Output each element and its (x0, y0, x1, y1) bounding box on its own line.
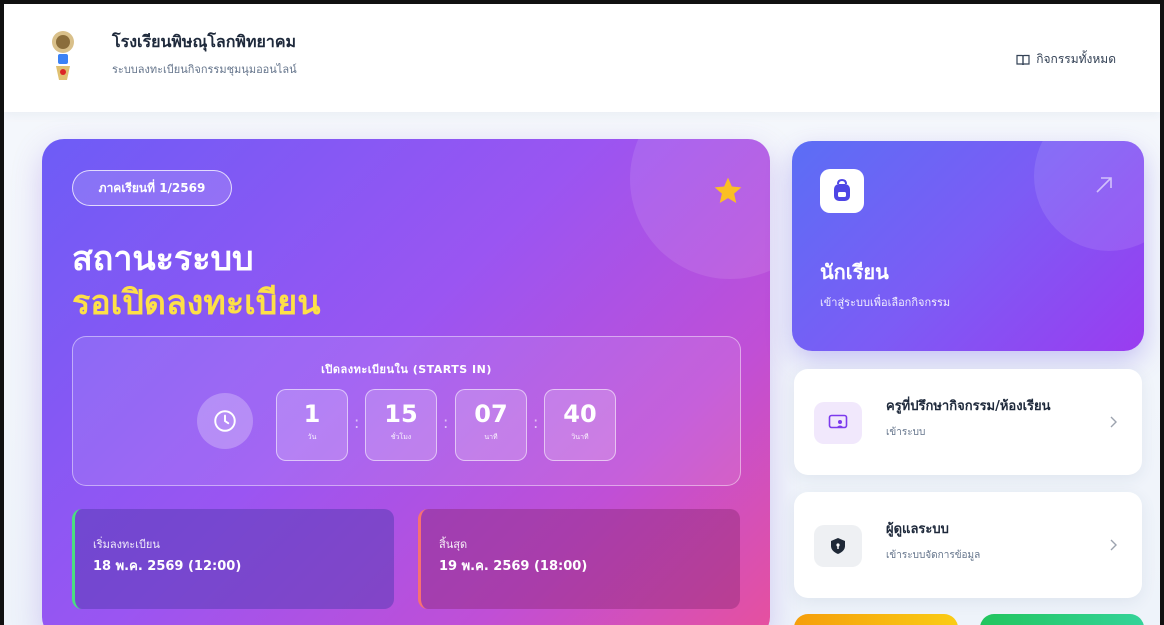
chevron-right-icon (1110, 416, 1117, 428)
countdown-hours: 15 ชั่วโมง (365, 389, 437, 461)
admin-subtitle: เข้าระบบจัดการข้อมูล (886, 550, 981, 561)
minutes-value: 07 (474, 400, 508, 428)
student-subtitle: เข้าสู่ระบบเพื่อเลือกกิจกรรม (820, 296, 951, 309)
countdown-panel: เปิดลงทะเบียนใน (STARTS IN) 1 วัน : 15 ช… (72, 336, 741, 486)
separator: : (533, 413, 539, 432)
start-label: เริ่มลงทะเบียน (93, 538, 160, 551)
separator: : (443, 413, 449, 432)
end-label: สิ้นสุด (439, 538, 468, 551)
hours-value: 15 (384, 400, 418, 428)
decorative-circle (630, 139, 770, 279)
days-unit: วัน (307, 433, 317, 441)
star-icon (714, 177, 742, 203)
app-frame: โรงเรียนพิษณุโลกพิทยาคม ระบบลงทะเบียนกิจ… (0, 0, 1164, 625)
clock-icon (197, 393, 253, 449)
days-value: 1 (303, 400, 321, 428)
status-value: รอเปิดลงทะเบียน (72, 283, 321, 323)
countdown-days: 1 วัน (276, 389, 348, 461)
partial-card-green[interactable] (980, 614, 1144, 625)
minutes-unit: นาที (484, 433, 498, 441)
shield-icon (814, 525, 862, 567)
separator: : (354, 413, 360, 432)
start-value: 18 พ.ค. 2569 (12:00) (93, 559, 242, 574)
all-activities-link[interactable]: กิจกรรมทั้งหมด (1016, 50, 1116, 69)
start-date-box: เริ่มลงทะเบียน 18 พ.ค. 2569 (12:00) (72, 509, 394, 609)
chevron-right-icon (1110, 539, 1117, 551)
backpack-icon (820, 169, 864, 213)
end-value: 19 พ.ค. 2569 (18:00) (439, 559, 588, 574)
seconds-value: 40 (563, 400, 597, 428)
teacher-subtitle: เข้าระบบ (886, 427, 926, 438)
top-header: โรงเรียนพิษณุโลกพิทยาคม ระบบลงทะเบียนกิจ… (4, 4, 1160, 112)
semester-badge: ภาคเรียนที่ 1/2569 (72, 170, 232, 206)
countdown-minutes: 07 นาที (455, 389, 527, 461)
status-card: ภาคเรียนที่ 1/2569 สถานะระบบ รอเปิดลงทะเ… (42, 139, 770, 625)
teacher-login-card[interactable]: ครูที่ปรึกษากิจกรรม/ห้องเรียน เข้าระบบ (794, 369, 1142, 475)
book-icon (1016, 54, 1030, 65)
decorative-circle (1034, 141, 1144, 251)
student-title: นักเรียน (820, 260, 889, 284)
partial-card-yellow[interactable] (794, 614, 958, 625)
hours-unit: ชั่วโมง (390, 433, 412, 441)
presentation-icon (814, 402, 862, 444)
admin-login-card[interactable]: ผู้ดูแลระบบ เข้าระบบจัดการข้อมูล (794, 492, 1142, 598)
countdown-seconds: 40 วินาที (544, 389, 616, 461)
end-date-box: สิ้นสุด 19 พ.ค. 2569 (18:00) (418, 509, 740, 609)
school-name: โรงเรียนพิษณุโลกพิทยาคม (112, 32, 297, 51)
all-activities-label: กิจกรรมทั้งหมด (1036, 52, 1116, 66)
student-login-card[interactable]: นักเรียน เข้าสู่ระบบเพื่อเลือกกิจกรรม (792, 141, 1144, 351)
teacher-title: ครูที่ปรึกษากิจกรรม/ห้องเรียน (886, 399, 1051, 414)
countdown-label: เปิดลงทะเบียนใน (STARTS IN) (321, 363, 492, 376)
school-emblem-icon (52, 31, 74, 80)
seconds-unit: วินาที (571, 433, 589, 441)
arrow-up-right-icon (1096, 177, 1112, 193)
admin-title: ผู้ดูแลระบบ (886, 522, 949, 537)
system-subtitle: ระบบลงทะเบียนกิจกรรมชุมนุมออนไลน์ (112, 63, 297, 76)
